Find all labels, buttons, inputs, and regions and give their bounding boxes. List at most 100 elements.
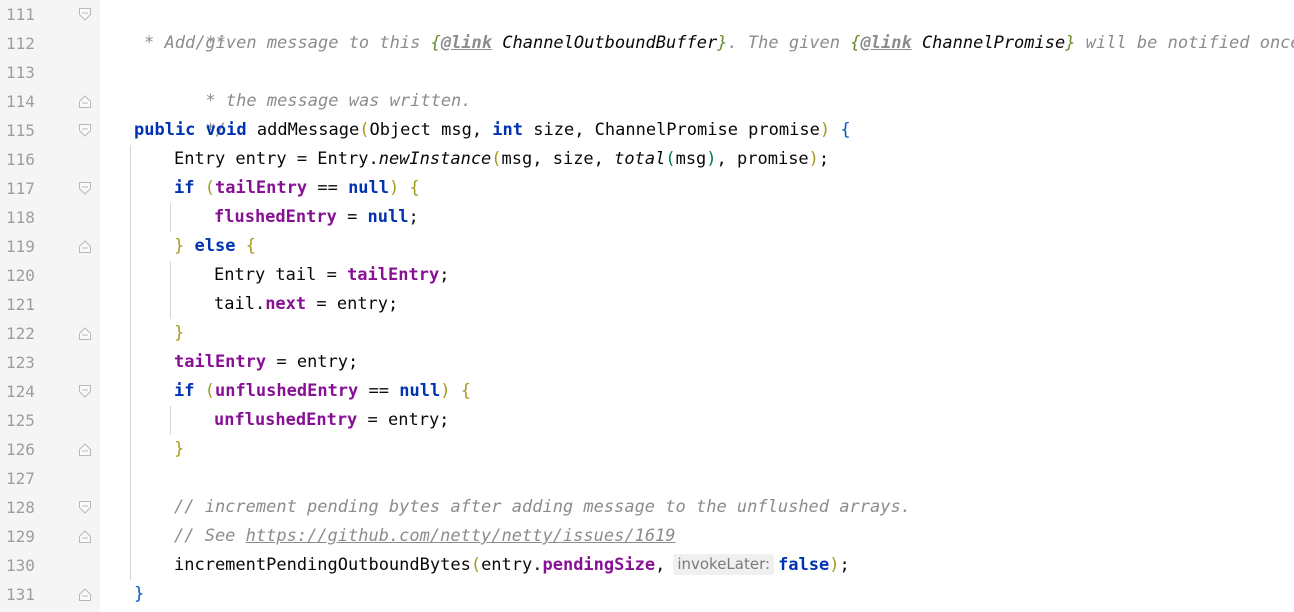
code-line: Entry tail = tailEntry; xyxy=(214,261,449,290)
doc-link-tag: @link xyxy=(440,33,493,53)
brace: { xyxy=(840,120,851,140)
line-number: 118 xyxy=(6,208,35,227)
code-text: == xyxy=(307,178,349,198)
line-number: 119 xyxy=(6,237,35,256)
gutter-line: 130 xyxy=(0,551,100,580)
keyword: null xyxy=(367,207,409,227)
code-text: tail. xyxy=(214,294,266,314)
gutter-line: 127 xyxy=(0,464,100,493)
bracket: ) xyxy=(819,120,831,140)
keyword: if xyxy=(174,381,195,401)
doc-link-reference: ChannelOutboundBuffer xyxy=(492,33,718,53)
doc-brace: } xyxy=(717,33,728,53)
code-editor[interactable]: 111 112 113 114 115 116 117 118 119 120 … xyxy=(0,0,1294,612)
doc-comment-text: will be notified once xyxy=(1075,33,1294,53)
line-number: 115 xyxy=(6,121,35,140)
indent-guide xyxy=(170,203,171,232)
code-text: Entry entry = Entry. xyxy=(174,149,379,169)
code-line: flushedEntry = null; xyxy=(214,203,419,232)
field-reference: pendingSize xyxy=(542,555,656,575)
code-text-area[interactable]: /** * Add given message to this {@link C… xyxy=(100,0,1294,612)
code-line: */ xyxy=(144,87,225,140)
fold-start-icon[interactable] xyxy=(79,182,91,195)
code-text: = entry; xyxy=(306,294,399,314)
static-method-call: total xyxy=(614,149,666,169)
line-number: 130 xyxy=(6,556,35,575)
gutter-line: 116 xyxy=(0,145,100,174)
bracket: ) xyxy=(440,381,451,401)
doc-comment-text: . The given xyxy=(727,33,851,53)
code-line: public void addMessage(Object msg, int s… xyxy=(134,116,851,145)
code-text: , promise xyxy=(716,149,809,169)
editor-gutter[interactable]: 111 112 113 114 115 116 117 118 119 120 … xyxy=(0,0,100,612)
doc-brace: { xyxy=(430,33,441,53)
fold-start-icon[interactable] xyxy=(79,501,91,514)
brace: } xyxy=(174,439,185,459)
bracket: ( xyxy=(665,149,676,169)
gutter-line: 115 xyxy=(0,116,100,145)
parameter-name-hint: invokeLater: xyxy=(673,554,775,575)
fold-end-icon[interactable] xyxy=(79,588,91,601)
code-text: = xyxy=(336,207,368,227)
code-line: tailEntry = entry; xyxy=(174,348,358,377)
line-number: 121 xyxy=(6,295,35,314)
code-text: Object msg, xyxy=(369,120,493,140)
indent-guide xyxy=(170,261,171,319)
code-text: = entry; xyxy=(357,410,450,430)
line-number: 114 xyxy=(6,92,35,111)
fold-start-icon[interactable] xyxy=(79,385,91,398)
keyword: else xyxy=(194,236,236,256)
fold-end-icon[interactable] xyxy=(79,95,91,108)
fold-start-icon[interactable] xyxy=(79,8,91,21)
fold-end-icon[interactable] xyxy=(79,530,91,543)
gutter-line: 126 xyxy=(0,435,100,464)
line-number: 126 xyxy=(6,440,35,459)
code-text: ; xyxy=(839,555,850,575)
keyword: int xyxy=(492,120,524,140)
gutter-line: 113 xyxy=(0,58,100,87)
gutter-line: 117 xyxy=(0,174,100,203)
doc-brace: { xyxy=(850,33,861,53)
bracket: ) xyxy=(808,149,819,169)
line-comment: // increment pending bytes after adding … xyxy=(174,497,911,517)
gutter-line: 129 xyxy=(0,522,100,551)
fold-end-icon[interactable] xyxy=(79,240,91,253)
line-number: 131 xyxy=(6,585,35,604)
brace: } xyxy=(174,323,185,343)
line-number: 113 xyxy=(6,63,35,82)
gutter-line: 131 xyxy=(0,580,100,609)
gutter-line: 124 xyxy=(0,377,100,406)
code-line: if (unflushedEntry == null) { xyxy=(174,377,471,406)
code-line: if (tailEntry == null) { xyxy=(174,174,420,203)
method-name: addMessage xyxy=(246,120,360,140)
fold-end-icon[interactable] xyxy=(79,443,91,456)
code-text: Entry tail = xyxy=(214,265,348,285)
field-reference: tailEntry xyxy=(174,352,267,372)
fold-end-icon[interactable] xyxy=(79,327,91,340)
line-number: 117 xyxy=(6,179,35,198)
code-line: Entry entry = Entry.newInstance(msg, siz… xyxy=(174,145,829,174)
line-number: 128 xyxy=(6,498,35,517)
doc-brace: } xyxy=(1065,33,1076,53)
field-reference: next xyxy=(265,294,307,314)
fold-start-icon[interactable] xyxy=(79,124,91,137)
gutter-line: 125 xyxy=(0,406,100,435)
method-call: incrementPendingOutboundBytes xyxy=(174,555,471,575)
code-line: } xyxy=(174,435,184,464)
code-line: } else { xyxy=(174,232,256,261)
gutter-line: 119 xyxy=(0,232,100,261)
gutter-line: 121 xyxy=(0,290,100,319)
gutter-line: 114 xyxy=(0,87,100,116)
doc-link-reference: ChannelPromise xyxy=(911,33,1066,53)
code-text: entry. xyxy=(481,555,543,575)
comment-url-link[interactable]: https://github.com/netty/netty/issues/16… xyxy=(246,526,676,546)
code-line: // See https://github.com/netty/netty/is… xyxy=(174,522,676,551)
static-method-call: newInstance xyxy=(378,149,492,169)
gutter-line: 123 xyxy=(0,348,100,377)
brace: { xyxy=(409,178,420,198)
line-comment: // See xyxy=(174,526,246,546)
